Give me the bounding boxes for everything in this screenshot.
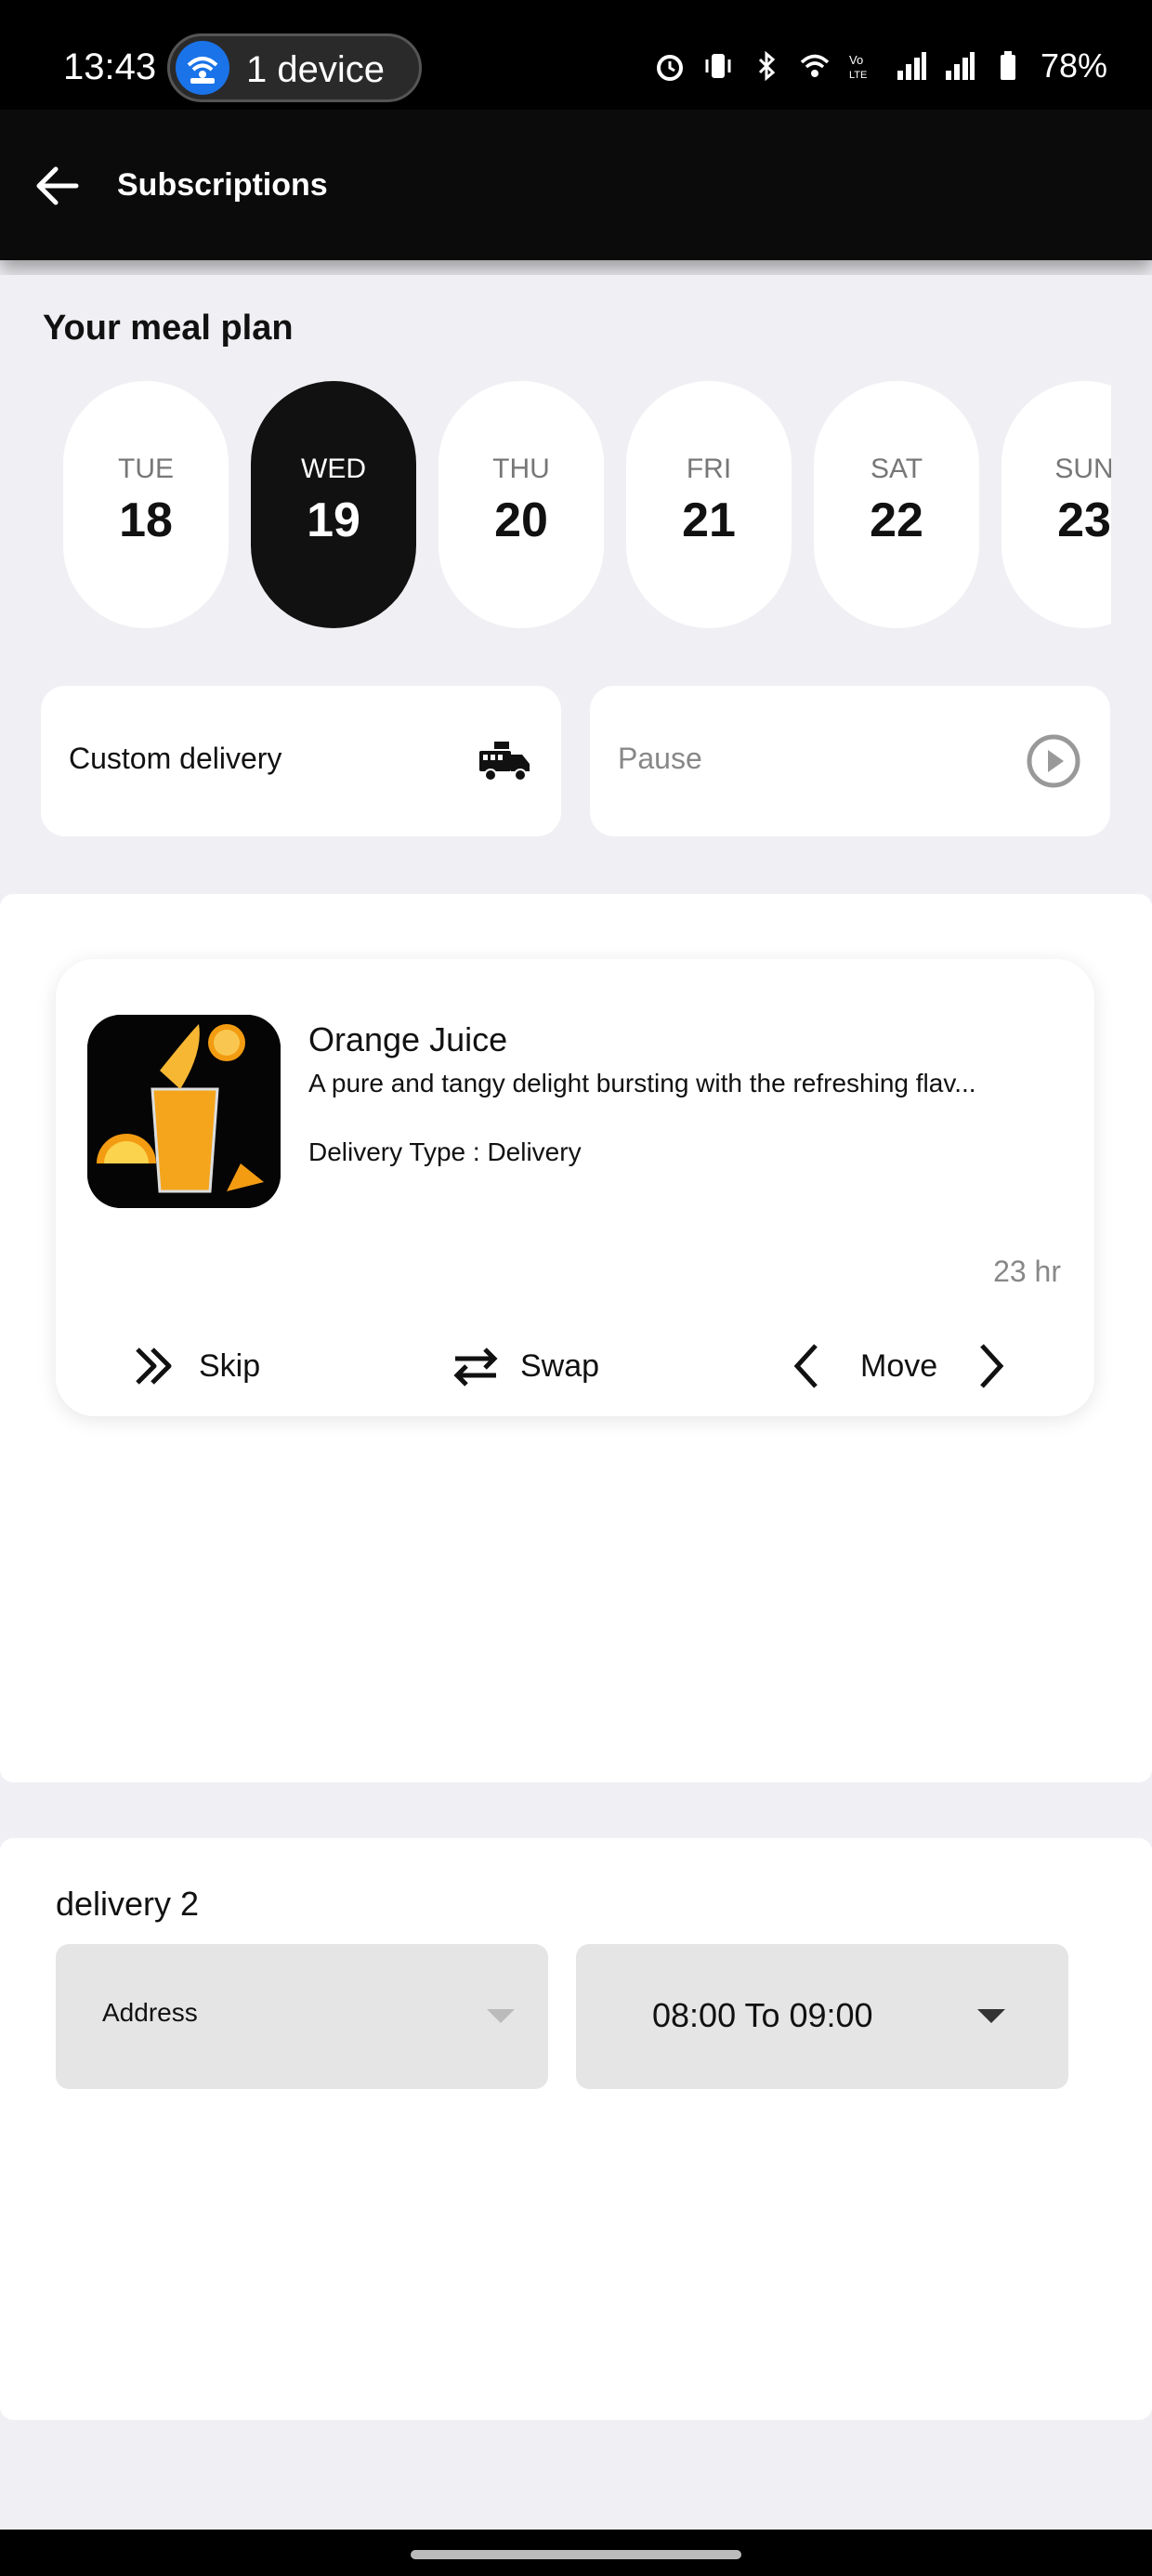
signal-icon — [945, 52, 975, 80]
day-fri[interactable]: FRI 21 — [626, 381, 792, 628]
day-name: THU — [492, 453, 550, 484]
caret-down-icon — [487, 2009, 515, 2023]
day-name: SAT — [870, 453, 923, 484]
address-dropdown[interactable]: Address — [56, 1944, 548, 2089]
app-bar: Subscriptions — [0, 110, 1152, 260]
day-date: 20 — [494, 493, 548, 547]
delivery-label: delivery 2 — [56, 1885, 200, 1923]
day-thu[interactable]: THU 20 — [439, 381, 604, 628]
day-name: SUN — [1054, 453, 1111, 484]
time-slot-dropdown[interactable]: 08:00 To 09:00 — [576, 1944, 1068, 2089]
custom-delivery-button[interactable]: Custom delivery — [41, 686, 561, 836]
alarm-icon — [656, 55, 683, 81]
chevron-right-icon[interactable] — [963, 1340, 1015, 1392]
address-placeholder: Address — [102, 1998, 198, 2027]
page-title: Subscriptions — [117, 167, 328, 203]
meal-image — [87, 1015, 281, 1208]
double-chevron-right-icon — [136, 1347, 172, 1385]
gesture-handle[interactable] — [411, 2550, 741, 2559]
meal-name: Orange Juice — [308, 1020, 508, 1058]
pause-label: Pause — [618, 742, 702, 775]
vibrate-icon — [705, 54, 731, 78]
volte-icon: Vo LTE — [849, 53, 867, 81]
skip-label: Skip — [199, 1347, 261, 1384]
move-label: Move — [860, 1347, 938, 1384]
day-date: 23 — [1057, 493, 1111, 547]
meal-panel: Orange Juice A pure and tangy delight bu… — [0, 894, 1152, 1782]
day-name: WED — [301, 453, 366, 484]
day-date: 19 — [307, 493, 360, 547]
status-bar: 13:43 1 device Vo LTE 78% — [0, 0, 1152, 110]
move-control: Move — [782, 1338, 1015, 1394]
pause-button[interactable]: Pause — [590, 686, 1110, 836]
day-selector: TUE 18 WED 19 THU 20 FRI 21 SAT 22 SUN 2… — [43, 381, 1111, 632]
gesture-nav-bar — [0, 2530, 1152, 2576]
swap-icon — [453, 1347, 498, 1387]
status-time: 13:43 — [63, 46, 157, 87]
delivery-truck-icon — [479, 742, 530, 782]
custom-delivery-label: Custom delivery — [69, 742, 282, 775]
caret-down-icon — [977, 2009, 1005, 2023]
delivery-panel: delivery 2 Address 08:00 To 09:00 — [0, 1838, 1152, 2420]
play-circle-icon — [1027, 734, 1080, 788]
day-date: 22 — [870, 493, 923, 547]
arrow-left-icon[interactable] — [30, 158, 85, 214]
meal-plan-title: Your meal plan — [43, 309, 294, 348]
delivery-type: Delivery Type : Delivery — [308, 1137, 582, 1166]
hotspot-icon — [176, 41, 229, 95]
battery-icon — [1000, 51, 1015, 80]
day-wed-selected[interactable]: WED 19 — [251, 381, 416, 628]
time-slot-value: 08:00 To 09:00 — [652, 1996, 873, 2034]
meal-plan-section: Your meal plan TUE 18 WED 19 THU 20 FRI … — [0, 275, 1152, 892]
time-remaining: 23 hr — [993, 1255, 1061, 1288]
meal-card[interactable]: Orange Juice A pure and tangy delight bu… — [56, 959, 1094, 1416]
meal-description: A pure and tangy delight bursting with t… — [308, 1069, 976, 1097]
day-tue[interactable]: TUE 18 — [63, 381, 229, 628]
day-date: 21 — [682, 493, 736, 547]
svg-text:LTE: LTE — [849, 70, 867, 81]
wifi-icon — [800, 54, 830, 77]
hotspot-label: 1 device — [246, 49, 385, 90]
day-name: FRI — [686, 453, 732, 484]
bluetooth-icon — [758, 50, 776, 82]
signal-icon — [897, 52, 926, 80]
swap-button[interactable]: Swap — [450, 1338, 599, 1394]
swap-label: Swap — [520, 1347, 600, 1384]
battery-percent: 78% — [1040, 46, 1107, 85]
hotspot-pill[interactable]: 1 device — [167, 33, 422, 102]
day-name: TUE — [118, 453, 174, 484]
chevron-left-icon[interactable] — [782, 1340, 834, 1392]
day-date: 18 — [119, 493, 173, 547]
svg-text:Vo: Vo — [849, 53, 863, 67]
day-sun[interactable]: SUN 23 — [1001, 381, 1111, 628]
skip-button[interactable]: Skip — [128, 1338, 260, 1394]
day-sat[interactable]: SAT 22 — [814, 381, 979, 628]
status-icons: Vo LTE 78% — [654, 46, 1107, 85]
